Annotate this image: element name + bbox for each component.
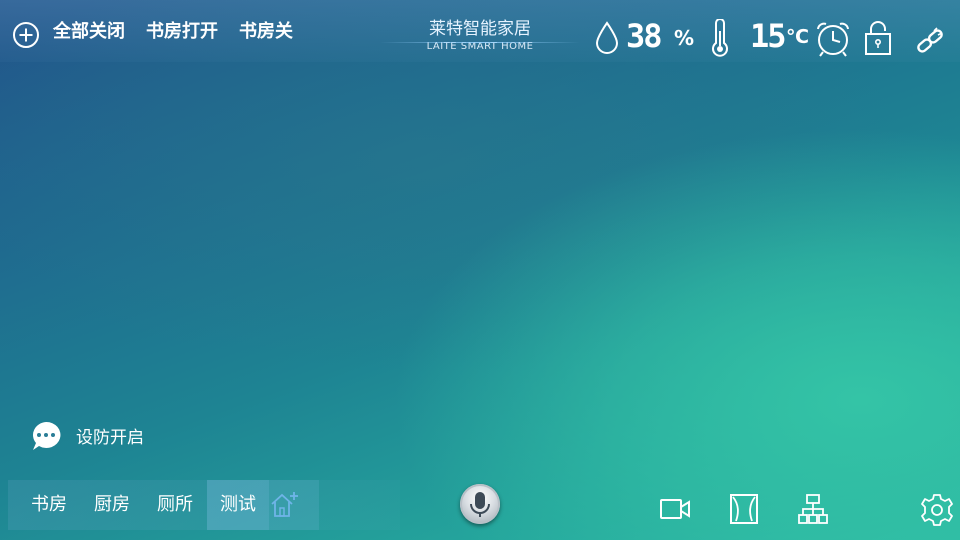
temperature-value: 15 (750, 17, 787, 55)
temperature-indicator (708, 19, 732, 57)
chat-bubble-icon (33, 421, 61, 450)
humidity-indicator (595, 21, 619, 55)
thermometer-icon (712, 19, 728, 57)
curtain-icon (730, 494, 758, 524)
security-status[interactable]: 设防开启 (30, 420, 144, 450)
camera-icon (660, 499, 690, 519)
camera-button[interactable] (659, 496, 691, 522)
link-icon (917, 27, 943, 53)
room-tab-study[interactable]: 书房 (20, 480, 78, 530)
room-tab-toilet[interactable]: 厕所 (146, 480, 204, 530)
curtain-button[interactable] (729, 493, 759, 525)
home-add-icon (271, 492, 298, 517)
settings-gear-icon (921, 494, 953, 526)
network-button[interactable] (797, 493, 829, 525)
alarm-button[interactable] (814, 20, 852, 58)
humidity-unit: % (674, 26, 695, 50)
droplet-icon (595, 21, 619, 54)
lock-icon (865, 21, 891, 55)
add-room-button[interactable] (269, 480, 319, 530)
lock-button[interactable] (864, 20, 892, 56)
security-status-label: 设防开启 (76, 428, 144, 448)
scene-button-study-off[interactable]: 书房关 (239, 20, 293, 44)
scene-button-study-on[interactable]: 书房打开 (146, 20, 218, 44)
link-button[interactable] (914, 27, 946, 55)
network-icon (798, 494, 828, 524)
room-tab-kitchen[interactable]: 厨房 (83, 480, 141, 530)
brand-title: 莱特智能家居 (429, 19, 531, 39)
scene-button-all-off[interactable]: 全部关闭 (53, 20, 125, 44)
add-scene-button[interactable] (12, 21, 40, 49)
room-tab-test[interactable]: 测试 (207, 480, 269, 530)
alarm-clock-icon (817, 22, 849, 57)
microphone-icon (470, 492, 490, 517)
temperature-unit: ℃ (786, 26, 810, 48)
voice-button[interactable] (460, 484, 500, 524)
settings-button[interactable] (920, 493, 954, 527)
brand-divider (380, 42, 580, 43)
plus-circle-icon (13, 22, 39, 48)
brand-logo: 莱特智能家居 LAITE SMART HOME (380, 18, 580, 54)
humidity-value: 38 (626, 17, 663, 55)
